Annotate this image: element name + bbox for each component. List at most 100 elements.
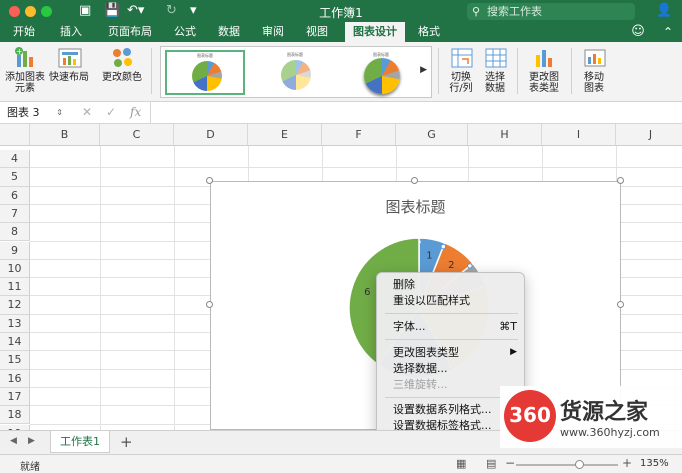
search-input[interactable]: ⚲ 搜索工作表 xyxy=(467,3,635,20)
page-layout-view-icon[interactable]: ▤ xyxy=(486,457,496,470)
row-header[interactable]: 11 xyxy=(0,278,30,297)
name-box[interactable]: 图表 3 ⇕ xyxy=(3,104,65,121)
row-header[interactable]: 13 xyxy=(0,314,30,333)
prev-sheet-icon[interactable]: ◀ xyxy=(10,436,17,446)
zoom-slider[interactable] xyxy=(516,460,618,469)
column-header[interactable]: G xyxy=(396,124,468,146)
menu-item-delete[interactable]: 删除 xyxy=(393,277,521,292)
menu-item-reset-style[interactable]: 重设以匹配样式 xyxy=(393,293,521,308)
gallery-next-arrow-icon[interactable]: ▶ xyxy=(420,65,427,75)
watermark-brand: 货源之家 xyxy=(560,400,649,425)
row-header[interactable]: 17 xyxy=(0,387,30,407)
row-header[interactable]: 5 xyxy=(0,168,30,187)
ribbon-divider xyxy=(438,48,439,94)
move-chart-button[interactable]: 移动 图表 xyxy=(576,47,612,94)
collapse-ribbon-icon[interactable]: ⌃ xyxy=(660,22,676,42)
slice-selection-point[interactable] xyxy=(467,263,473,269)
cancel-formula-icon[interactable]: ✕ xyxy=(82,105,92,119)
menu-item-label: 字体... xyxy=(393,320,426,333)
menu-separator xyxy=(385,339,518,340)
zoom-out-icon[interactable]: − xyxy=(505,456,515,470)
column-header[interactable]: H xyxy=(468,124,542,146)
tab-view[interactable]: 视图 xyxy=(302,22,332,42)
formula-input[interactable] xyxy=(155,105,675,121)
sheet-tab[interactable]: 工作表1 xyxy=(50,431,110,453)
column-header[interactable]: C xyxy=(100,124,174,146)
menu-item-select-data[interactable]: 选择数据... xyxy=(393,361,521,376)
tab-chart-design[interactable]: 图表设计 xyxy=(345,22,405,42)
data-label-2[interactable]: 2 xyxy=(448,260,454,271)
chart-style-2[interactable]: 图表标题 xyxy=(255,50,335,95)
select-all-corner[interactable] xyxy=(0,124,30,146)
feedback-smiley-icon[interactable]: ☺ xyxy=(628,22,648,42)
resize-handle[interactable] xyxy=(617,301,624,308)
select-data-button[interactable]: 选择 数据 xyxy=(477,47,513,94)
search-placeholder: 搜索工作表 xyxy=(487,5,542,18)
row-header[interactable]: 14 xyxy=(0,333,30,352)
switch-row-column-button[interactable]: 切换 行/列 xyxy=(443,47,479,94)
row-header[interactable]: 18 xyxy=(0,406,30,425)
resize-handle[interactable] xyxy=(617,177,624,184)
add-sheet-button[interactable]: + xyxy=(120,433,133,451)
tab-review[interactable]: 审阅 xyxy=(258,22,288,42)
change-chart-type-button[interactable]: 更改图 表类型 xyxy=(522,47,566,94)
fx-icon[interactable]: fx xyxy=(130,105,141,119)
zoom-slider-knob[interactable] xyxy=(575,460,585,469)
tab-home[interactable]: 开始 xyxy=(9,22,39,42)
chart-style-1[interactable]: 图表标题 xyxy=(165,50,245,95)
chart-style-pie-icon xyxy=(364,58,400,94)
slice-selection-point[interactable] xyxy=(440,243,446,250)
column-header[interactable]: I xyxy=(542,124,616,146)
submenu-arrow-icon: ▶ xyxy=(510,347,517,357)
change-colors-button[interactable]: 更改颜色 xyxy=(100,47,144,83)
confirm-formula-icon[interactable]: ✓ xyxy=(106,105,116,119)
row-header[interactable]: 12 xyxy=(0,296,30,315)
menu-item-label: 选择数据... xyxy=(393,362,448,375)
chart-style-pie-icon xyxy=(281,60,311,90)
row-header[interactable]: 4 xyxy=(0,150,30,169)
formula-divider xyxy=(150,102,151,124)
tab-formulas[interactable]: 公式 xyxy=(170,22,200,42)
column-header[interactable]: D xyxy=(174,124,248,146)
name-box-stepper-icon[interactable]: ⇕ xyxy=(56,104,63,121)
chart-style-title: 图表标题 xyxy=(287,52,303,57)
ribbon-divider xyxy=(517,48,518,94)
row-header[interactable]: 9 xyxy=(0,241,30,260)
row-header[interactable]: 8 xyxy=(0,223,30,242)
tab-insert[interactable]: 插入 xyxy=(56,22,86,42)
chart-style-3[interactable]: 图表标题 xyxy=(341,50,421,95)
column-header[interactable]: E xyxy=(248,124,322,146)
column-header[interactable]: F xyxy=(322,124,396,146)
resize-handle[interactable] xyxy=(206,301,213,308)
add-chart-element-button[interactable]: + 添加图表 元素 xyxy=(4,47,46,94)
row-header[interactable]: 6 xyxy=(0,186,30,205)
quick-layout-button[interactable]: 快速布局 xyxy=(48,47,90,83)
row-header[interactable]: 7 xyxy=(0,204,30,224)
move-chart-label: 移动 图表 xyxy=(584,72,604,94)
data-label-1[interactable]: 1 xyxy=(426,250,432,261)
quick-layout-label: 快速布局 xyxy=(49,72,89,83)
formula-bar: 图表 3 ⇕ ✕ ✓ fx xyxy=(0,102,682,124)
column-header[interactable]: B xyxy=(30,124,100,146)
tab-format[interactable]: 格式 xyxy=(414,22,444,42)
column-header[interactable]: J xyxy=(616,124,682,146)
share-user-icon[interactable]: 👤 xyxy=(656,3,672,19)
zoom-level[interactable]: 135% xyxy=(640,458,669,469)
row-header[interactable]: 16 xyxy=(0,369,30,388)
normal-view-icon[interactable]: ▦ xyxy=(456,457,466,470)
resize-handle[interactable] xyxy=(206,177,213,184)
next-sheet-icon[interactable]: ▶ xyxy=(28,436,35,446)
chart-styles-gallery[interactable]: 图表标题 图表标题 图表标题 ▶ xyxy=(160,46,432,98)
menu-item-change-chart-type[interactable]: 更改图表类型 ▶ xyxy=(393,345,521,360)
svg-text:+: + xyxy=(16,47,23,56)
row-header[interactable]: 15 xyxy=(0,351,30,370)
chart-style-title: 图表标题 xyxy=(197,53,213,58)
resize-handle[interactable] xyxy=(411,177,418,184)
zoom-in-icon[interactable]: + xyxy=(622,456,632,470)
menu-item-font[interactable]: 字体... ⌘T xyxy=(393,319,521,334)
row-header[interactable]: 10 xyxy=(0,259,30,279)
data-label-6[interactable]: 6 xyxy=(364,287,370,298)
select-data-label: 选择 数据 xyxy=(485,72,505,94)
tab-page-layout[interactable]: 页面布局 xyxy=(103,22,157,42)
tab-data[interactable]: 数据 xyxy=(214,22,244,42)
